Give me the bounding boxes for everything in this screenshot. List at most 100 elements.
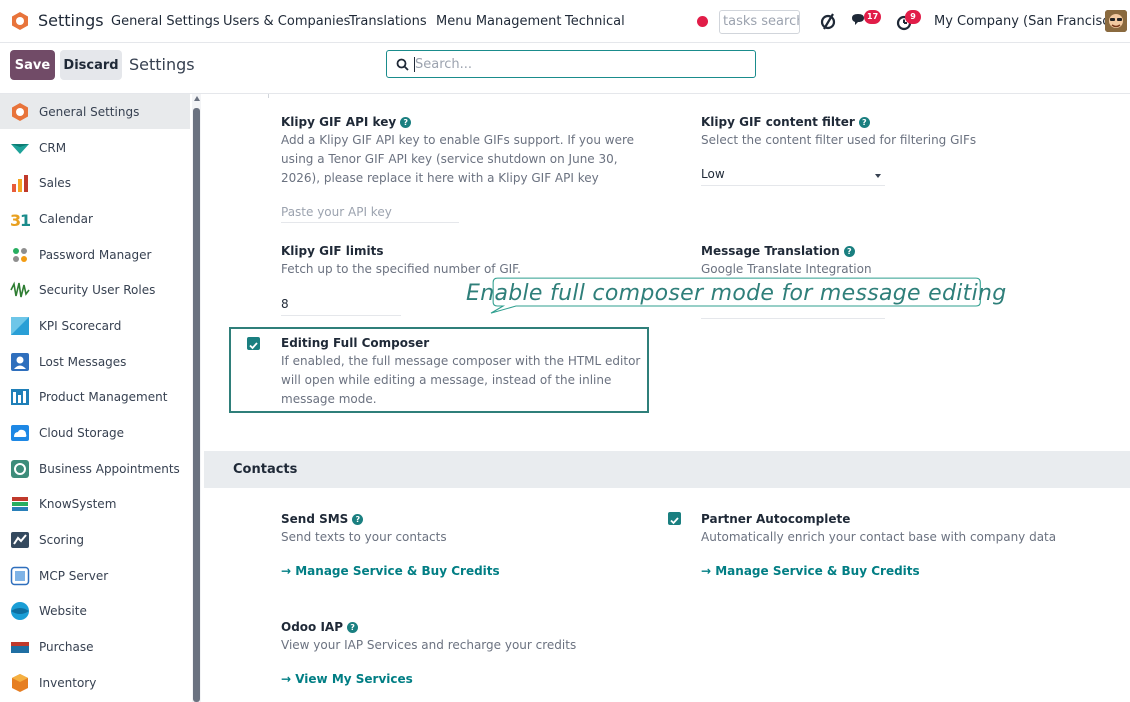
sidebar-item-label: Sales bbox=[39, 176, 71, 190]
odoo-logo-icon bbox=[12, 103, 28, 121]
svg-text:1: 1 bbox=[20, 211, 30, 229]
klipy-content-filter-value: Low bbox=[701, 167, 725, 181]
partner-autocomplete-manage-link[interactable]: → Manage Service & Buy Credits bbox=[701, 564, 920, 578]
crm-icon bbox=[11, 144, 29, 154]
sidebar-item-business-appointments[interactable]: Business Appointments bbox=[0, 451, 190, 486]
chevron-down-icon bbox=[875, 174, 881, 178]
help-icon[interactable]: ? bbox=[400, 117, 412, 128]
klipy-content-filter-title-text: Klipy GIF content filter bbox=[701, 115, 855, 129]
sidebar-item-label: Inventory bbox=[39, 676, 97, 690]
help-icon[interactable]: ? bbox=[347, 622, 359, 633]
mcp-server-icon bbox=[10, 566, 30, 586]
klipy-api-key-description: Add a Klipy GIF API key to enable GIFs s… bbox=[281, 133, 635, 185]
klipy-api-key-input[interactable]: Paste your API key bbox=[281, 202, 459, 223]
partner-autocomplete-title: Partner Autocomplete bbox=[701, 512, 851, 526]
contacts-section-title: Contacts bbox=[233, 462, 298, 477]
tasks-search-input[interactable]: tasks search bbox=[719, 10, 800, 34]
send-sms-title-text: Send SMS bbox=[281, 512, 349, 526]
sidebar-item-kpi-scorecard[interactable]: KPI Scorecard bbox=[0, 308, 190, 343]
sidebar-item-label: Business Appointments bbox=[39, 462, 180, 476]
odoo-iap-description: View your IAP Services and recharge your… bbox=[281, 638, 577, 652]
sidebar-item-security-user-roles[interactable]: Security User Roles bbox=[0, 272, 190, 307]
app-name[interactable]: Settings bbox=[38, 11, 104, 30]
message-translation-title-text: Message Translation bbox=[701, 244, 840, 258]
knowsystem-icon bbox=[12, 497, 28, 511]
appointments-icon bbox=[11, 460, 29, 478]
menu-technical[interactable]: Technical bbox=[565, 14, 625, 29]
sidebar-item-label: Website bbox=[39, 604, 87, 618]
odoo-iap-view-services-link[interactable]: → View My Services bbox=[281, 672, 413, 686]
sidebar-item-purchase[interactable]: Purchase bbox=[0, 629, 190, 664]
security-roles-icon bbox=[10, 281, 30, 298]
sidebar-item-calendar[interactable]: 31 Calendar bbox=[0, 201, 190, 236]
partner-autocomplete-description: Automatically enrich your contact base w… bbox=[701, 530, 1057, 544]
sidebar-item-knowsystem[interactable]: KnowSystem bbox=[0, 486, 190, 521]
odoo-iap-title-text: Odoo IAP bbox=[281, 620, 344, 634]
save-button[interactable]: Save bbox=[10, 50, 55, 80]
inventory-icon bbox=[12, 674, 28, 692]
klipy-limits-input[interactable]: 8 bbox=[281, 294, 401, 316]
send-sms-manage-link[interactable]: → Manage Service & Buy Credits bbox=[281, 564, 500, 578]
sidebar-scrollbar[interactable] bbox=[192, 94, 201, 702]
odoo-iap-title: Odoo IAP? bbox=[281, 620, 359, 634]
sidebar-item-label: Calendar bbox=[39, 212, 93, 226]
sidebar-item-mcp-server[interactable]: MCP Server bbox=[0, 558, 190, 593]
sidebar-item-label: Cloud Storage bbox=[39, 426, 125, 440]
website-icon bbox=[11, 602, 29, 620]
menu-general-settings[interactable]: General Settings bbox=[111, 14, 220, 29]
recording-dot-icon[interactable] bbox=[697, 16, 708, 27]
lost-messages-icon bbox=[11, 353, 29, 371]
sidebar-item-cloud-storage[interactable]: Cloud Storage bbox=[0, 415, 190, 450]
breadcrumb: Settings bbox=[129, 55, 195, 74]
sidebar-item-label: Password Manager bbox=[39, 248, 152, 262]
annotation-callout-text: Enable full composer mode for message ed… bbox=[466, 281, 1007, 306]
help-icon[interactable]: ? bbox=[352, 514, 364, 525]
sidebar-item-scoring[interactable]: Scoring bbox=[0, 522, 190, 557]
activities-count-badge: 9 bbox=[905, 10, 921, 24]
klipy-content-filter-select[interactable]: Low bbox=[701, 165, 885, 186]
divider bbox=[268, 94, 269, 98]
messages-count-badge: 17 bbox=[864, 10, 882, 24]
kpi-scorecard-icon bbox=[11, 317, 29, 335]
sidebar-item-general-settings[interactable]: General Settings bbox=[0, 94, 190, 129]
klipy-api-key-title: Klipy GIF API key? bbox=[281, 115, 412, 129]
sidebar-item-inventory[interactable]: Inventory bbox=[0, 665, 190, 700]
odoobot-icon[interactable] bbox=[818, 10, 838, 32]
purchase-icon bbox=[11, 642, 29, 653]
annotation-highlight-box bbox=[229, 327, 649, 413]
send-sms-description: Send texts to your contacts bbox=[281, 530, 447, 544]
user-avatar[interactable] bbox=[1105, 10, 1127, 32]
sidebar-item-sales[interactable]: Sales bbox=[0, 165, 190, 200]
klipy-limits-title: Klipy GIF limits bbox=[281, 244, 384, 258]
partner-autocomplete-checkbox[interactable] bbox=[668, 512, 681, 525]
sales-chart-icon bbox=[12, 175, 28, 192]
company-switcher[interactable]: My Company (San Francisco) bbox=[934, 14, 1122, 29]
scoring-icon bbox=[11, 532, 29, 548]
sidebar-item-label: Product Management bbox=[39, 390, 168, 404]
calendar-31-icon: 31 bbox=[10, 211, 30, 229]
help-icon[interactable]: ? bbox=[843, 246, 855, 257]
checkmark-icon bbox=[670, 517, 679, 525]
scrollbar-thumb[interactable] bbox=[193, 108, 200, 702]
user-avatar-icon bbox=[1105, 10, 1127, 32]
sidebar-item-label: KPI Scorecard bbox=[39, 319, 122, 333]
help-icon[interactable]: ? bbox=[858, 117, 870, 128]
sidebar-item-product-management[interactable]: Product Management bbox=[0, 379, 190, 414]
sidebar-item-website[interactable]: Website bbox=[0, 593, 190, 628]
klipy-api-key-title-text: Klipy GIF API key bbox=[281, 115, 397, 129]
search-placeholder: Search... bbox=[415, 57, 473, 72]
password-manager-icon bbox=[13, 248, 27, 262]
sidebar-item-password-manager[interactable]: Password Manager bbox=[0, 237, 190, 272]
sidebar-item-label: CRM bbox=[39, 141, 67, 155]
sidebar-item-crm[interactable]: CRM bbox=[0, 130, 190, 165]
menu-translations[interactable]: Translations bbox=[349, 14, 427, 29]
odoo-logo-icon[interactable] bbox=[10, 11, 30, 31]
settings-search-input[interactable]: Search... bbox=[386, 50, 756, 78]
discard-button[interactable]: Discard bbox=[60, 50, 122, 80]
scroll-up-arrow-icon[interactable] bbox=[194, 96, 200, 101]
sidebar-item-lost-messages[interactable]: Lost Messages bbox=[0, 344, 190, 379]
search-icon bbox=[396, 58, 409, 71]
menu-users-companies[interactable]: Users & Companies bbox=[223, 14, 350, 29]
menu-menu-management[interactable]: Menu Management bbox=[436, 14, 561, 29]
control-panel: Save Discard Settings Search... bbox=[0, 43, 1130, 94]
